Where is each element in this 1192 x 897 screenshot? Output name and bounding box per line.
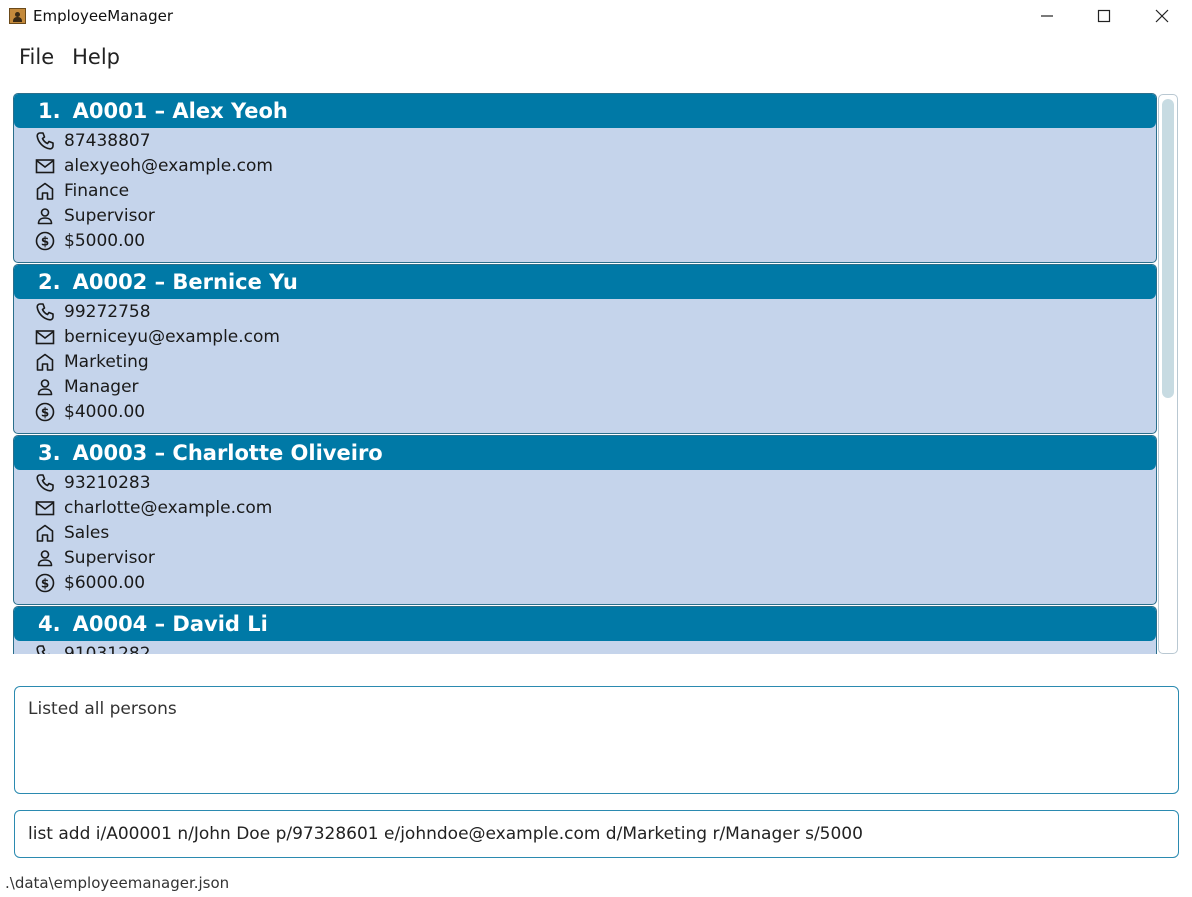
maximize-button[interactable] (1075, 0, 1133, 32)
employee-card[interactable]: 2. A0002 – Bernice Yu 99272758 berniceyu@ex… (13, 264, 1157, 434)
status-bar-path: .\data\employeemanager.json (5, 874, 230, 892)
employee-card-header: 4. A0004 – David Li (14, 607, 1156, 641)
employee-index: 1. (38, 99, 61, 123)
employee-title: A0001 – Alex Yeoh (72, 99, 288, 123)
person-icon (37, 549, 53, 566)
employee-phone-row: 99272758 (34, 299, 151, 324)
employee-role-row: Manager (34, 374, 139, 399)
employee-card-header: 3. A0003 – Charlotte Oliveiro (14, 436, 1156, 470)
minimize-button[interactable] (1018, 0, 1076, 32)
employee-role-row: Supervisor (34, 545, 155, 570)
svg-text:$: $ (41, 576, 49, 590)
employee-phone: 91031282 (64, 643, 151, 655)
employee-phone-row: 91031282 (34, 641, 151, 654)
command-box[interactable] (14, 810, 1179, 858)
command-input[interactable] (28, 821, 1158, 847)
employee-card[interactable]: 4. A0004 – David Li 91031282 (13, 606, 1157, 654)
employee-list[interactable]: 1. A0001 – Alex Yeoh 87438807 alexyeoh@exam… (13, 93, 1158, 654)
app-icon (9, 8, 26, 24)
home-icon (36, 182, 54, 200)
employee-phone: 93210283 (64, 472, 151, 493)
person-icon (37, 207, 53, 224)
person-icon (37, 378, 53, 395)
employee-salary-row: $ $4000.00 (34, 399, 145, 424)
dollar-icon: $ (35, 573, 55, 592)
employee-card[interactable]: 1. A0001 – Alex Yeoh 87438807 alexyeoh@exam… (13, 93, 1157, 263)
mail-icon (35, 158, 55, 173)
employee-salary: $4000.00 (64, 401, 146, 422)
maximize-icon (1097, 9, 1111, 23)
result-display: Listed all persons (14, 686, 1179, 794)
menu-file[interactable]: File (10, 40, 63, 74)
employee-index: 2. (38, 270, 61, 294)
employee-phone: 87438807 (64, 130, 151, 151)
employee-index: 3. (38, 441, 61, 465)
svg-text:$: $ (41, 405, 49, 419)
employee-department-row: Marketing (34, 349, 149, 374)
phone-icon (36, 473, 54, 492)
employee-department: Sales (64, 522, 110, 543)
phone-icon (36, 131, 54, 150)
employee-card-header: 1. A0001 – Alex Yeoh (14, 94, 1156, 128)
employee-title: A0002 – Bernice Yu (72, 270, 298, 294)
employee-email-row: charlotte@example.com (34, 495, 272, 520)
employee-email: alexyeoh@example.com (64, 155, 273, 176)
employee-title: A0003 – Charlotte Oliveiro (72, 441, 383, 465)
employee-phone-row: 93210283 (34, 470, 151, 495)
dollar-icon: $ (35, 231, 55, 250)
employee-role-row: Supervisor (34, 203, 155, 228)
employee-email: charlotte@example.com (64, 497, 273, 518)
employee-salary: $6000.00 (64, 572, 146, 593)
employee-phone: 99272758 (64, 301, 151, 322)
employee-department: Marketing (64, 351, 149, 372)
employee-department-row: Sales (34, 520, 109, 545)
phone-icon (36, 302, 54, 321)
mail-icon (35, 500, 55, 515)
svg-text:$: $ (41, 234, 49, 248)
scrollbar-thumb[interactable] (1162, 99, 1174, 398)
employee-card-header: 2. A0002 – Bernice Yu (14, 265, 1156, 299)
employee-department: Finance (64, 180, 130, 201)
employee-index: 4. (38, 612, 61, 636)
menu-help[interactable]: Help (63, 40, 129, 74)
result-message: Listed all persons (28, 699, 177, 719)
mail-icon (35, 329, 55, 344)
employee-salary-row: $ $5000.00 (34, 228, 145, 253)
employee-salary: $5000.00 (64, 230, 146, 251)
home-icon (36, 524, 54, 542)
employee-title: A0004 – David Li (72, 612, 268, 636)
window-title: EmployeeManager (33, 7, 174, 25)
employee-department-row: Finance (34, 178, 129, 203)
employee-email-row: alexyeoh@example.com (34, 153, 273, 178)
close-icon (1155, 9, 1169, 23)
employee-role: Manager (64, 376, 139, 397)
menu-bar: File Help (0, 40, 129, 74)
phone-icon (36, 644, 52, 654)
minimize-icon (1041, 15, 1053, 17)
close-button[interactable] (1133, 0, 1191, 32)
employee-email: berniceyu@example.com (64, 326, 280, 347)
home-icon (36, 353, 54, 371)
dollar-icon: $ (35, 402, 55, 421)
employee-card[interactable]: 3. A0003 – Charlotte Oliveiro 93210283 char… (13, 435, 1157, 605)
employee-role: Supervisor (64, 547, 155, 568)
employee-email-row: berniceyu@example.com (34, 324, 280, 349)
title-bar: EmployeeManager (0, 0, 1192, 34)
employee-phone-row: 87438807 (34, 128, 151, 153)
employee-salary-row: $ $6000.00 (34, 570, 145, 595)
employee-role: Supervisor (64, 205, 155, 226)
